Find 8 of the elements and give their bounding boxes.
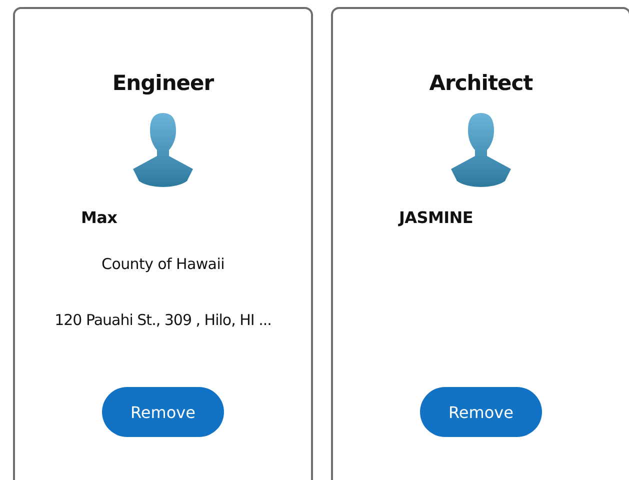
address-text: 120 Pauahi St., 309 , Hilo, HI ... [54, 311, 272, 329]
remove-button[interactable]: Remove [102, 387, 224, 437]
card-title: Architect [429, 71, 533, 95]
organization-text: County of Hawaii [102, 255, 224, 273]
person-name: JASMINE [399, 208, 473, 227]
remove-button[interactable]: Remove [420, 387, 542, 437]
card-title: Engineer [112, 71, 214, 95]
person-name: Max [81, 208, 118, 227]
